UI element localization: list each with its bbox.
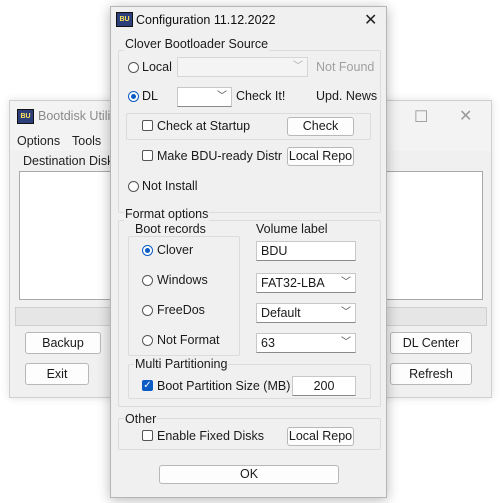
boot-clover-radio[interactable] — [142, 245, 153, 256]
other-local-repo-button[interactable]: Local Repo — [287, 427, 354, 446]
dialog-title: Configuration 11.12.2022 — [136, 13, 276, 27]
bdu-ready-label: Make BDU-ready Distr — [157, 149, 283, 163]
volume-label-title: Volume label — [256, 222, 328, 236]
chevron-down-icon: ﹀ — [341, 277, 351, 288]
volume-label-input[interactable]: BDU — [256, 241, 356, 261]
ok-button[interactable]: OK — [159, 465, 339, 484]
dl-version-select[interactable]: ﹀ — [177, 87, 232, 107]
chevron-down-icon: ﹀ — [341, 337, 351, 348]
chevron-down-icon: ﹀ — [293, 61, 303, 72]
format-options-label: Format options — [124, 207, 210, 221]
dialog-titlebar: BU Configuration 11.12.2022 ✕ — [111, 7, 386, 33]
local-label: Local — [142, 60, 172, 74]
dialog-close-icon[interactable]: ✕ — [364, 10, 377, 30]
chevron-down-icon: ﹀ — [217, 91, 227, 102]
backup-button[interactable]: Backup — [25, 332, 101, 354]
menu-tools[interactable]: Tools — [72, 134, 101, 148]
local-radio[interactable] — [128, 62, 139, 73]
maximize-icon[interactable]: ☐ — [414, 107, 428, 127]
boot-freedos-radio[interactable] — [142, 305, 153, 316]
filesystem-value: FAT32-LBA — [261, 276, 325, 290]
boot-not-format-radio[interactable] — [142, 335, 153, 346]
main-window-title: Bootdisk Utility — [38, 109, 120, 123]
destination-disk-label: Destination Disk — [23, 154, 114, 168]
heads-value: 63 — [261, 336, 275, 350]
check-at-startup-label: Check at Startup — [157, 119, 251, 133]
check-at-startup-checkbox[interactable] — [142, 120, 153, 131]
cluster-size-value: Default — [261, 306, 301, 320]
boot-windows-radio[interactable] — [142, 275, 153, 286]
chevron-down-icon: ﹀ — [341, 307, 351, 318]
dl-radio[interactable] — [128, 91, 139, 102]
boot-clover-label: Clover — [157, 243, 194, 257]
local-status: Not Found — [316, 60, 375, 74]
multi-partitioning-label: Multi Partitioning — [134, 357, 229, 371]
exit-button[interactable]: Exit — [25, 363, 89, 385]
boot-partition-label: Boot Partition Size (MB) — [157, 379, 291, 393]
menu-options[interactable]: Options — [17, 134, 60, 148]
check-it-link[interactable]: Check It! — [236, 89, 285, 103]
boot-partition-checkbox[interactable]: ✓ — [142, 380, 153, 391]
heads-select[interactable]: 63 ﹀ — [256, 333, 356, 353]
enable-fixed-disks-label: Enable Fixed Disks — [157, 429, 264, 443]
boot-records-label: Boot records — [134, 222, 207, 236]
dl-label: DL — [142, 89, 158, 103]
boot-freedos-label: FreeDos — [157, 303, 205, 317]
configuration-dialog: BU Configuration 11.12.2022 ✕ Clover Boo… — [110, 6, 387, 498]
filesystem-select[interactable]: FAT32-LBA ﹀ — [256, 273, 356, 293]
other-label: Other — [124, 412, 158, 426]
upd-news-link[interactable]: Upd. News — [316, 89, 377, 103]
close-icon[interactable]: ✕ — [459, 106, 472, 126]
app-icon: BU — [17, 109, 34, 124]
dialog-app-icon: BU — [116, 12, 133, 27]
enable-fixed-disks-checkbox[interactable] — [142, 430, 153, 441]
boot-not-format-label: Not Format — [157, 333, 220, 347]
local-repo-button[interactable]: Local Repo — [287, 147, 354, 166]
boot-windows-label: Windows — [157, 273, 208, 287]
dl-center-button[interactable]: DL Center — [390, 332, 472, 354]
clover-source-label: Clover Bootloader Source — [124, 37, 270, 51]
not-install-label: Not Install — [142, 179, 198, 193]
check-button[interactable]: Check — [287, 117, 354, 136]
local-source-select[interactable]: ﹀ — [177, 57, 308, 77]
refresh-button[interactable]: Refresh — [390, 363, 472, 385]
boot-partition-size-input[interactable]: 200 — [292, 376, 356, 396]
not-install-radio[interactable] — [128, 181, 139, 192]
bdu-ready-checkbox[interactable] — [142, 150, 153, 161]
cluster-size-select[interactable]: Default ﹀ — [256, 303, 356, 323]
